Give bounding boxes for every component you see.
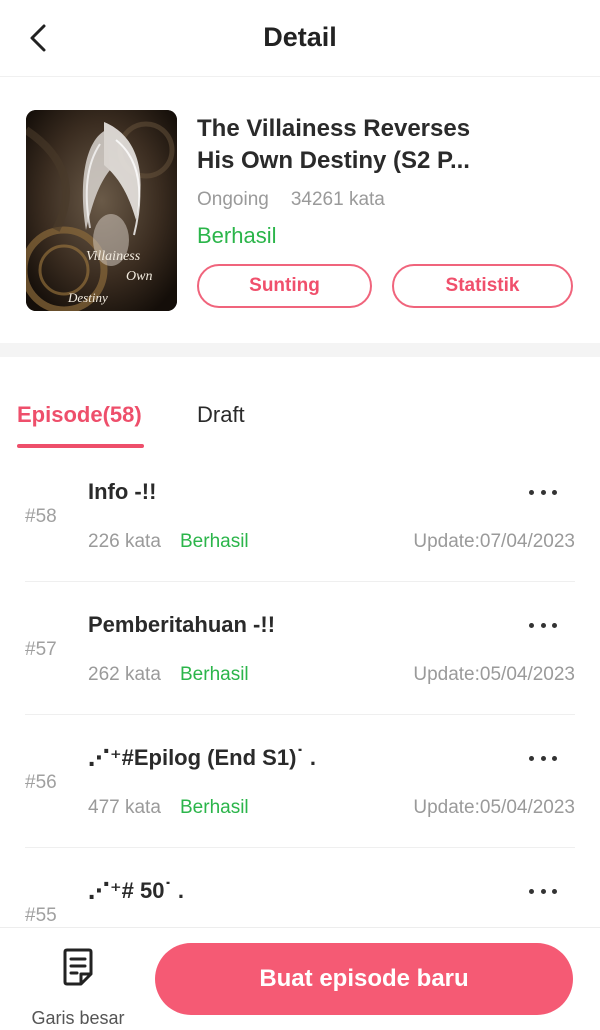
tab-draft[interactable]: Draft bbox=[197, 402, 245, 428]
cover-title-line-3: Destiny bbox=[67, 290, 108, 305]
episode-status: Berhasil bbox=[180, 531, 249, 552]
edit-button[interactable]: Sunting bbox=[197, 264, 372, 308]
header-bar: Detail bbox=[0, 0, 600, 77]
episode-row[interactable]: #58 Info -!! 226 kata Berhasil Update:07… bbox=[25, 449, 575, 582]
episode-update-date: Update:05/04/2023 bbox=[413, 797, 575, 818]
episode-word-count: 262 kata bbox=[88, 664, 161, 685]
book-status: Ongoing bbox=[197, 189, 269, 210]
statistics-button[interactable]: Statistik bbox=[392, 264, 573, 308]
book-info-card: Villainess Own Destiny The Villainess Re… bbox=[0, 77, 600, 343]
more-options-icon[interactable] bbox=[529, 749, 557, 767]
episode-row[interactable]: #56 ⋰⁺#Epilog (End S1)˙ . 477 kata Berha… bbox=[25, 715, 575, 848]
more-options-icon[interactable] bbox=[529, 483, 557, 501]
episode-word-count: 477 kata bbox=[88, 797, 161, 818]
episode-number: #56 bbox=[25, 772, 57, 793]
episode-title: ⋰⁺#Epilog (End S1)˙ . bbox=[88, 745, 316, 770]
more-options-icon[interactable] bbox=[529, 616, 557, 634]
episode-number: #57 bbox=[25, 639, 57, 660]
book-title: The Villainess Reverses His Own Destiny … bbox=[197, 113, 577, 177]
episode-number: #55 bbox=[25, 905, 57, 926]
back-button[interactable] bbox=[18, 18, 58, 58]
episode-title: ⋰⁺# 50˙ . bbox=[88, 878, 184, 903]
book-word-count: 34261 kata bbox=[290, 189, 385, 210]
tab-bar: Episode(58) Draft bbox=[0, 357, 600, 449]
book-title-line-2: His Own Destiny (S2 P... bbox=[197, 147, 470, 174]
episode-update-date: Update:07/04/2023 bbox=[413, 531, 575, 552]
book-cover-image[interactable]: Villainess Own Destiny bbox=[26, 110, 177, 311]
episode-update-date: Update:05/04/2023 bbox=[413, 664, 575, 685]
episode-title: Pemberitahuan -!! bbox=[88, 612, 276, 637]
episode-list: #58 Info -!! 226 kata Berhasil Update:07… bbox=[0, 449, 600, 980]
cover-title-line-1: Villainess bbox=[86, 249, 141, 264]
episode-status: Berhasil bbox=[180, 797, 249, 818]
tab-active-indicator bbox=[17, 444, 144, 448]
book-meta: Ongoing 34261 kata bbox=[197, 189, 385, 211]
cover-artwork: Villainess Own Destiny bbox=[26, 110, 177, 311]
more-options-icon[interactable] bbox=[529, 882, 557, 900]
outline-label: Garis besar bbox=[31, 1008, 125, 1028]
cover-title-line-2: Own bbox=[126, 269, 152, 284]
document-list-icon bbox=[63, 948, 93, 986]
outline-button[interactable]: Garis besar bbox=[18, 944, 138, 1028]
tab-episodes[interactable]: Episode(58) bbox=[17, 402, 142, 428]
episode-title: Info -!! bbox=[88, 479, 157, 504]
page-title: Detail bbox=[263, 22, 337, 52]
book-review-status: Berhasil bbox=[197, 223, 277, 248]
create-episode-button[interactable]: Buat episode baru bbox=[155, 943, 573, 1015]
chevron-left-icon bbox=[30, 24, 46, 52]
episode-status: Berhasil bbox=[180, 664, 249, 685]
section-divider bbox=[0, 343, 600, 357]
bottom-action-bar: Garis besar Buat episode baru bbox=[0, 927, 600, 1030]
episode-number: #58 bbox=[25, 506, 57, 527]
book-title-line-1: The Villainess Reverses bbox=[197, 115, 471, 142]
episode-word-count: 226 kata bbox=[88, 531, 161, 552]
episode-row[interactable]: #57 Pemberitahuan -!! 262 kata Berhasil … bbox=[25, 582, 575, 715]
